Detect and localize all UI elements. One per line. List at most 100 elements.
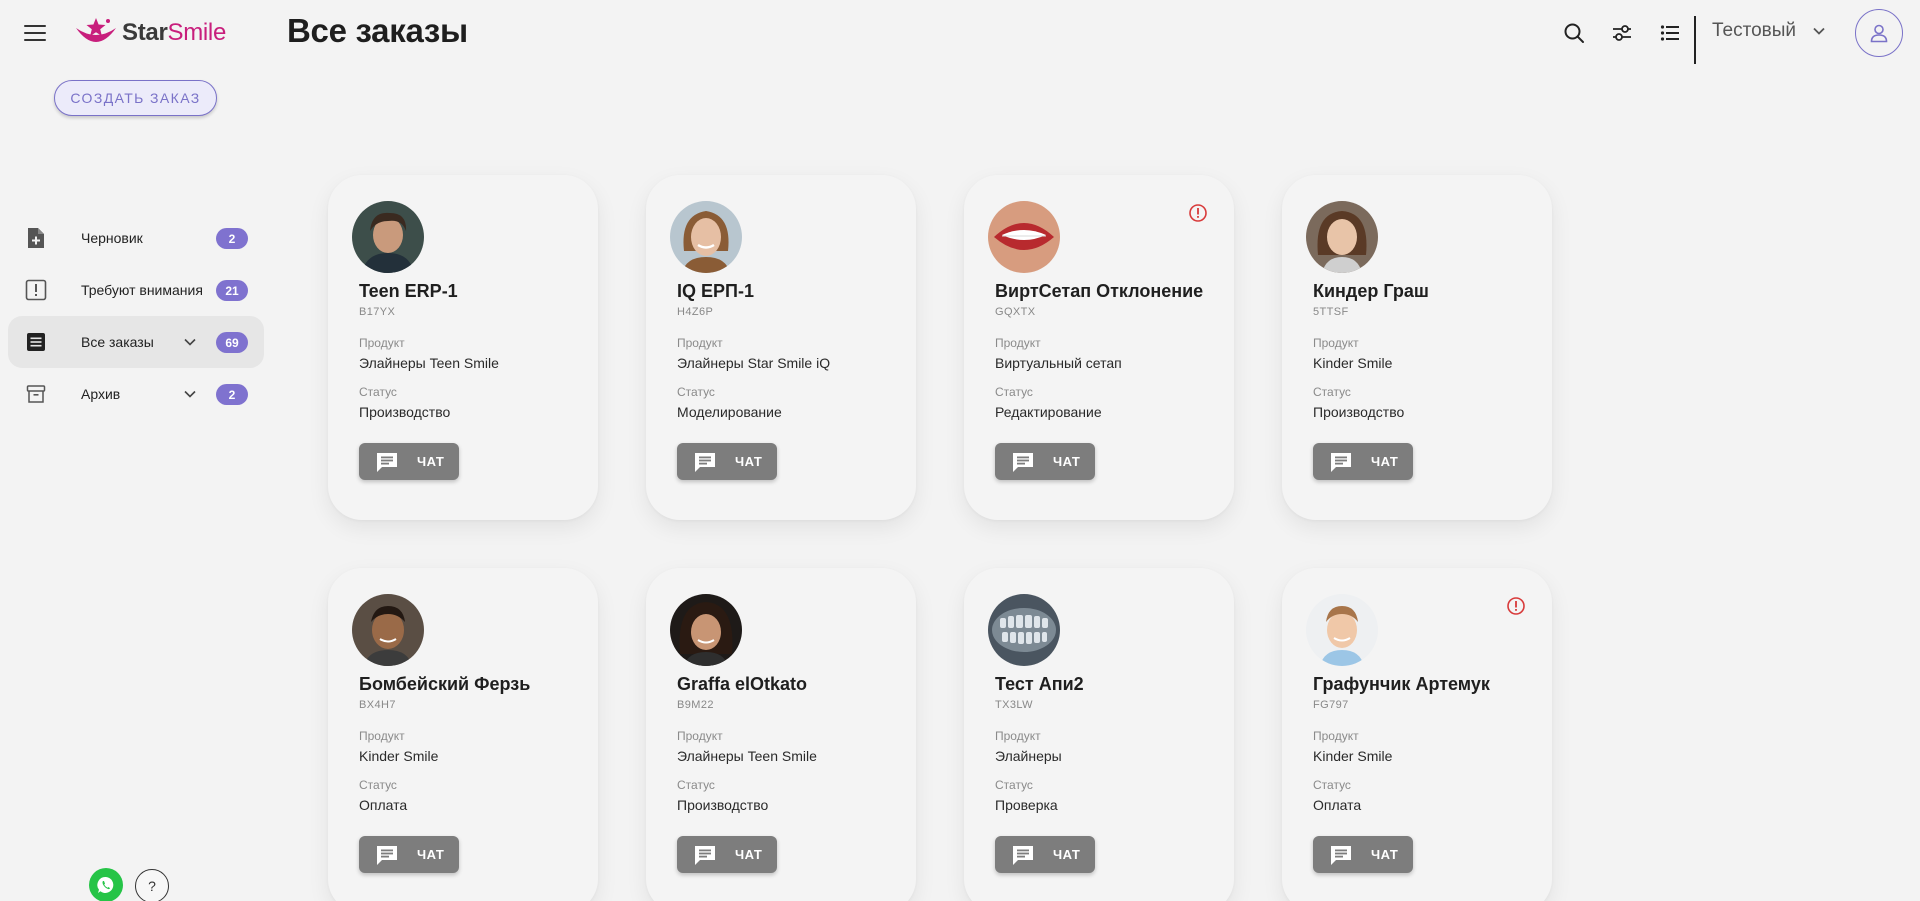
header-divider [1694, 16, 1696, 64]
status-label: Статус [995, 385, 1033, 399]
chat-icon [1331, 845, 1351, 865]
order-card[interactable]: Графунчик Артемук FG797 Продукт Kinder S… [1282, 568, 1552, 901]
order-card[interactable]: Тест Апи2 TX3LW Продукт Элайнеры Статус … [964, 568, 1234, 901]
product-value: Элайнеры Teen Smile [677, 748, 817, 764]
order-card[interactable]: ВиртСетап Отклонение GQXTX Продукт Вирту… [964, 175, 1234, 520]
chat-button-label: ЧАТ [735, 847, 763, 862]
sidebar: Черновик 2 Требуют внимания 21 Все заказ… [8, 212, 264, 420]
status-label: Статус [677, 385, 715, 399]
patient-avatar [670, 201, 742, 273]
count-badge: 2 [216, 228, 248, 249]
warning-icon [1189, 204, 1207, 222]
product-label: Продукт [1313, 729, 1359, 743]
chat-icon [1013, 845, 1033, 865]
status-value: Производство [359, 404, 451, 420]
product-label: Продукт [1313, 336, 1359, 350]
brand-smile: Smile [167, 19, 227, 46]
product-label: Продукт [677, 336, 723, 350]
chat-button[interactable]: ЧАТ [995, 443, 1095, 480]
count-badge: 2 [216, 384, 248, 405]
chat-icon [695, 845, 715, 865]
page-title: Все заказы [287, 12, 468, 49]
order-name: IQ ЕРП-1 [677, 281, 754, 301]
chat-icon [1331, 452, 1351, 472]
order-name: Graffa elOtkato [677, 674, 808, 694]
patient-avatar [988, 201, 1060, 273]
help-button[interactable]: ? [135, 869, 169, 901]
create-order-button[interactable]: СОЗДАТЬ ЗАКАЗ [54, 80, 217, 116]
chevron-down-icon[interactable] [182, 334, 198, 350]
status-label: Статус [995, 778, 1033, 792]
search-icon[interactable] [1561, 20, 1587, 46]
sidebar-item-label: Требуют внимания [81, 282, 203, 298]
whatsapp-button[interactable] [89, 868, 123, 901]
all-orders-icon [24, 330, 48, 354]
product-label: Продукт [995, 729, 1041, 743]
patient-avatar [352, 594, 424, 666]
order-code: 5TTSF [1313, 306, 1349, 318]
attention-icon [24, 278, 48, 302]
chat-button[interactable]: ЧАТ [677, 443, 777, 480]
account-selector[interactable]: Тестовый [1712, 20, 1826, 42]
product-label: Продукт [359, 729, 405, 743]
brand-logo[interactable]: StarSmile [74, 14, 226, 52]
chat-button[interactable]: ЧАТ [359, 836, 459, 873]
chat-button-label: ЧАТ [1053, 454, 1081, 469]
chat-button[interactable]: ЧАТ [359, 443, 459, 480]
sidebar-item-label: Все заказы [81, 334, 154, 350]
status-value: Оплата [1313, 797, 1362, 813]
user-profile-button[interactable] [1855, 9, 1903, 57]
sidebar-item-all-orders[interactable]: Все заказы 69 [8, 316, 264, 368]
chat-button[interactable]: ЧАТ [677, 836, 777, 873]
sidebar-item-label: Архив [81, 386, 121, 402]
order-name: Бомбейский Ферзь [359, 674, 531, 694]
status-label: Статус [677, 778, 715, 792]
order-card[interactable]: Бомбейский Ферзь BX4H7 Продукт Kinder Sm… [328, 568, 598, 901]
status-value: Редактирование [995, 404, 1102, 420]
product-label: Продукт [995, 336, 1041, 350]
status-label: Статус [1313, 778, 1351, 792]
product-value: Kinder Smile [1313, 355, 1393, 371]
chat-button-label: ЧАТ [417, 454, 445, 469]
chat-button[interactable]: ЧАТ [1313, 443, 1413, 480]
product-value: Элайнеры Teen Smile [359, 355, 499, 371]
chevron-down-icon[interactable] [182, 386, 198, 402]
chat-button[interactable]: ЧАТ [1313, 836, 1413, 873]
order-card[interactable]: Graffa elOtkato B9M22 Продукт Элайнеры T… [646, 568, 916, 901]
product-value: Kinder Smile [1313, 748, 1393, 764]
order-code: H4Z6P [677, 306, 714, 318]
count-badge: 21 [216, 280, 248, 301]
menu-icon[interactable] [22, 22, 48, 44]
order-code: TX3LW [995, 699, 1033, 711]
order-card[interactable]: Teen ERP-1 B17YX Продукт Элайнеры Teen S… [328, 175, 598, 520]
order-code: B9M22 [677, 699, 714, 711]
product-value: Виртуальный сетап [995, 355, 1122, 371]
status-label: Статус [359, 778, 397, 792]
sidebar-item-drafts[interactable]: Черновик 2 [8, 212, 264, 264]
sidebar-item-archive[interactable]: Архив 2 [8, 368, 264, 420]
patient-avatar [670, 594, 742, 666]
status-value: Моделирование [677, 404, 782, 420]
chat-button-label: ЧАТ [417, 847, 445, 862]
order-card[interactable]: Киндер Граш 5TTSF Продукт Kinder Smile С… [1282, 175, 1552, 520]
sidebar-item-attention[interactable]: Требуют внимания 21 [8, 264, 264, 316]
user-icon [1870, 24, 1888, 43]
chat-icon [377, 845, 397, 865]
product-value: Элайнеры Star Smile iQ [677, 355, 831, 371]
status-label: Статус [1313, 385, 1351, 399]
warning-icon [1507, 597, 1525, 615]
brand-name: StarSmile [122, 19, 226, 47]
chat-button[interactable]: ЧАТ [995, 836, 1095, 873]
patient-avatar [988, 594, 1060, 666]
filter-icon[interactable] [1609, 20, 1635, 46]
product-label: Продукт [677, 729, 723, 743]
count-badge: 69 [216, 332, 248, 353]
list-view-icon[interactable] [1657, 20, 1683, 46]
archive-icon [24, 382, 48, 406]
chat-button-label: ЧАТ [1371, 454, 1399, 469]
star-smile-logo-icon [76, 18, 116, 42]
chevron-down-icon [1813, 27, 1825, 35]
order-card[interactable]: IQ ЕРП-1 H4Z6P Продукт Элайнеры Star Smi… [646, 175, 916, 520]
chat-button-label: ЧАТ [1371, 847, 1399, 862]
whatsapp-icon [97, 876, 114, 893]
